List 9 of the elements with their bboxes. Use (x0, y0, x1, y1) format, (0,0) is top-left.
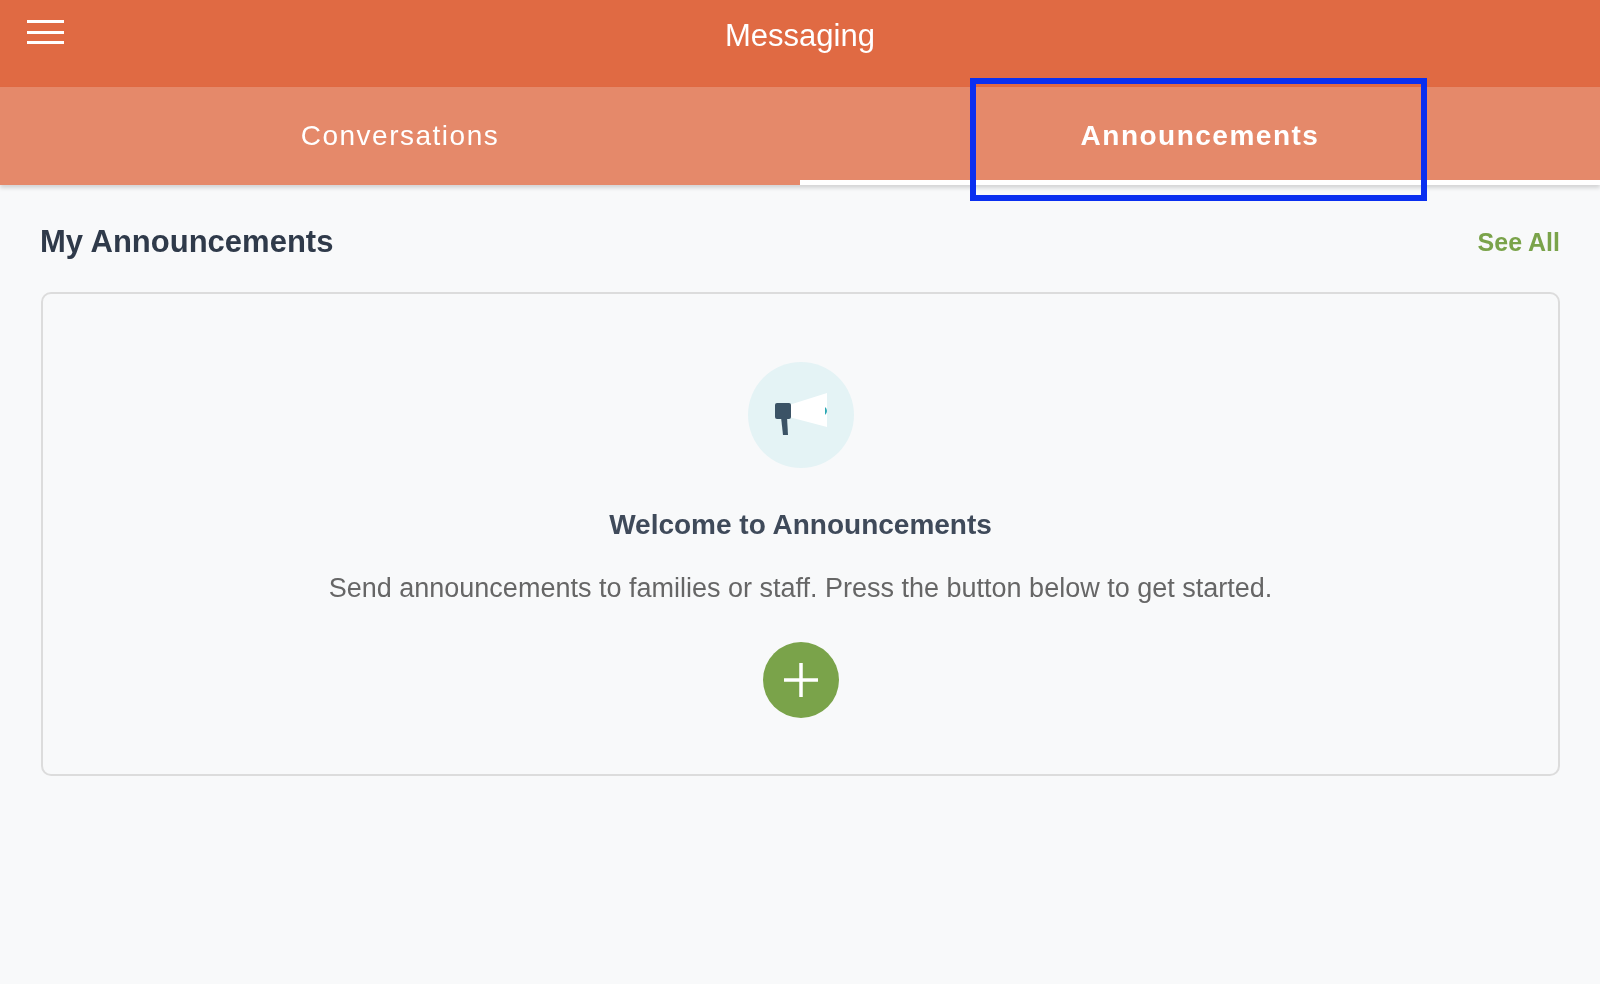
empty-state-description: Send announcements to families or staff. Press the button below to get started. (328, 571, 1273, 605)
empty-state-title: Welcome to Announcements (609, 507, 992, 542)
header-title: Messaging (725, 17, 875, 56)
see-all-link[interactable]: See All (1477, 223, 1560, 261)
plus-icon (781, 661, 820, 699)
tab[interactable]: Announcements (800, 87, 1600, 185)
tab[interactable]: Conversations (0, 87, 800, 185)
section-title: My Announcements (40, 223, 334, 261)
menu-icon[interactable] (27, 20, 64, 44)
